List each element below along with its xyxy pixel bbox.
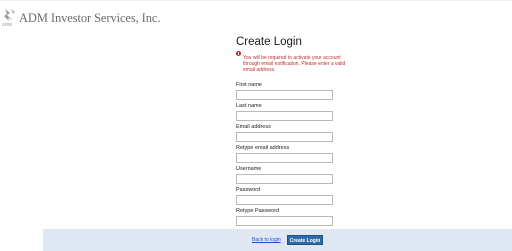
username-label: Username <box>236 166 262 172</box>
retype-password-label: Retype Password <box>236 208 280 214</box>
back-to-login-link[interactable]: Back to login <box>252 237 281 243</box>
password-label: Password <box>236 187 261 193</box>
page: ADM ADM Investor Services, Inc. Create L… <box>0 0 512 251</box>
form-footer: Back to login Create Login <box>43 229 512 251</box>
alert-message: You will be required to activate your ac… <box>243 55 346 73</box>
company-name: ADM Investor Services, Inc. <box>19 11 161 25</box>
adm-logo-icon: ADM <box>2 8 18 28</box>
password-input[interactable] <box>236 195 333 205</box>
retype-email-label: Retype email address <box>236 145 290 151</box>
alert-icon <box>236 51 241 56</box>
first-name-input[interactable] <box>236 90 333 100</box>
first-name-label: First name <box>236 82 262 88</box>
email-label: Email address <box>236 124 271 130</box>
page-title: Create Login <box>236 36 302 48</box>
top-divider <box>0 0 512 1</box>
email-input[interactable] <box>236 132 333 142</box>
username-input[interactable] <box>236 174 333 184</box>
retype-email-input[interactable] <box>236 153 333 163</box>
retype-password-input[interactable] <box>236 216 333 226</box>
create-login-button[interactable]: Create Login <box>287 235 323 245</box>
last-name-label: Last name <box>236 103 262 109</box>
logo-text: ADM <box>2 22 12 27</box>
last-name-input[interactable] <box>236 111 333 121</box>
